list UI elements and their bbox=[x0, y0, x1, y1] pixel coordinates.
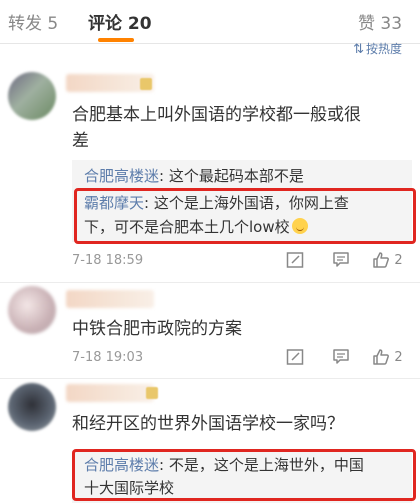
comment-icon bbox=[333, 349, 349, 364]
username-blurred[interactable] bbox=[66, 290, 154, 308]
active-tab-indicator bbox=[98, 38, 134, 42]
avatar[interactable] bbox=[8, 286, 56, 334]
share-button[interactable] bbox=[272, 250, 318, 270]
avatar[interactable] bbox=[8, 383, 56, 431]
reply-item: 合肥高楼迷: 这个最起码本部不是 bbox=[84, 167, 304, 185]
tab-bar: 转发 5 评论 20 赞 33 bbox=[0, 0, 420, 44]
highlight-box bbox=[72, 449, 416, 501]
badge-icon bbox=[146, 387, 158, 399]
tab-likes[interactable]: 赞 33 bbox=[358, 9, 402, 34]
comment-text-cont: 差 bbox=[72, 131, 89, 151]
like-button[interactable]: 2 bbox=[364, 250, 410, 270]
comment-time: 7-18 18:59 bbox=[72, 253, 144, 268]
comment-icon bbox=[333, 252, 349, 267]
comment-actions: 2 bbox=[272, 347, 410, 367]
thumbs-up-icon bbox=[373, 349, 390, 365]
thumbs-up-icon bbox=[373, 252, 390, 268]
share-icon bbox=[286, 252, 304, 268]
tab-comments[interactable]: 评论 20 bbox=[88, 9, 152, 34]
sort-toggle[interactable]: ⇅ 按热度 bbox=[353, 40, 402, 57]
tab-repost[interactable]: 转发 5 bbox=[8, 9, 58, 34]
divider bbox=[0, 378, 420, 379]
like-button[interactable]: 2 bbox=[364, 347, 410, 367]
reply-button[interactable] bbox=[318, 250, 364, 270]
badge-icon bbox=[140, 78, 152, 90]
reply-text: 这个最起码本部不是 bbox=[164, 167, 304, 185]
avatar[interactable] bbox=[8, 72, 56, 120]
highlight-box bbox=[74, 188, 416, 244]
sort-label: 按热度 bbox=[365, 42, 402, 56]
comment-text: 合肥基本上叫外国语的学校都一般或很 bbox=[72, 105, 361, 125]
comment-time: 7-18 19:03 bbox=[72, 350, 144, 365]
username-blurred[interactable] bbox=[66, 384, 154, 402]
reply-button[interactable] bbox=[318, 347, 364, 367]
divider bbox=[0, 282, 420, 283]
like-count: 2 bbox=[394, 349, 403, 365]
share-button[interactable] bbox=[272, 347, 318, 367]
comment-actions: 2 bbox=[272, 250, 410, 270]
like-count: 2 bbox=[394, 252, 403, 268]
reply-username[interactable]: 合肥高楼迷 bbox=[84, 167, 159, 185]
share-icon bbox=[286, 349, 304, 365]
sort-icon: ⇅ bbox=[353, 42, 364, 57]
comment-text: 和经开区的世界外国语学校一家吗？ bbox=[72, 414, 344, 434]
comment-text: 中铁合肥市政院的方案 bbox=[72, 319, 242, 339]
